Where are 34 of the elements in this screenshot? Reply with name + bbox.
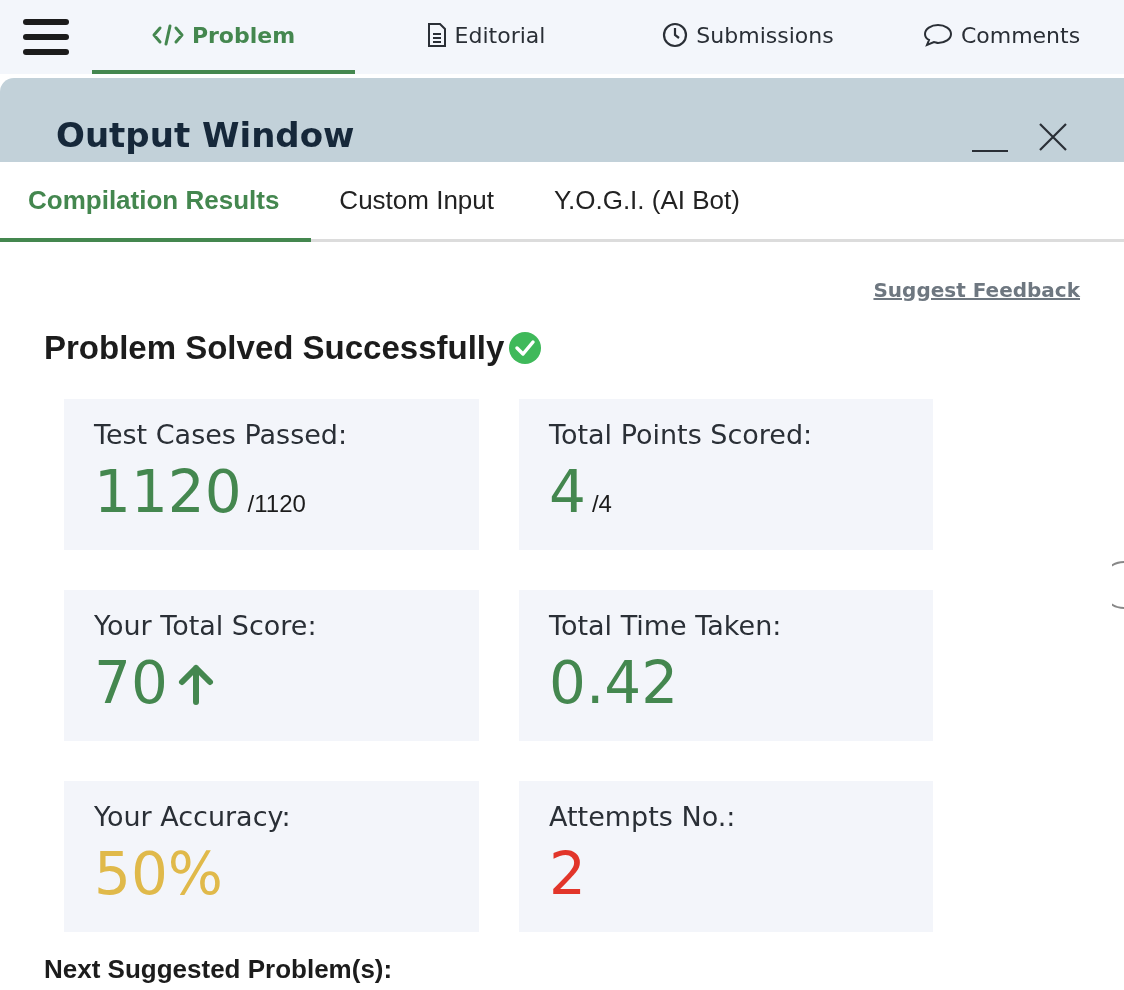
suggest-feedback-link[interactable]: Suggest Feedback — [873, 275, 1080, 305]
nav-tab[interactable]: Editorial — [355, 0, 617, 74]
output-tab[interactable]: Custom Input — [311, 162, 526, 242]
stat-value: 2 — [549, 843, 586, 907]
stat-total: /1120 — [247, 489, 306, 519]
stat-value: 50% — [94, 843, 223, 907]
stat-label: Total Points Scored: — [549, 417, 814, 452]
speech-bubble-icon — [922, 22, 953, 48]
stat-value: 0.42 — [549, 652, 679, 716]
stat-value: 70 — [94, 652, 168, 716]
close-button[interactable] — [1038, 122, 1068, 152]
stat-label: Test Cases Passed: — [94, 417, 349, 452]
stat-label: Your Accuracy: — [94, 799, 292, 834]
handle-icon[interactable] — [1112, 560, 1124, 610]
nav-tab[interactable]: Submissions — [617, 0, 879, 74]
output-tab[interactable]: Y.O.G.I. (AI Bot) — [526, 162, 772, 242]
stat-value: 4 — [549, 461, 586, 525]
clock-icon — [662, 22, 689, 48]
window-title: Output Window — [56, 118, 355, 152]
document-icon — [426, 22, 447, 48]
stat-label: Your Total Score: — [94, 608, 318, 643]
minimize-icon — [972, 150, 1008, 152]
output-tab[interactable]: Compilation Results — [0, 162, 312, 242]
status-heading: Problem Solved Successfully — [44, 328, 505, 368]
close-icon — [1038, 122, 1068, 152]
menu-icon — [23, 19, 69, 55]
nav-tab[interactable]: Problem — [92, 0, 355, 74]
code-icon — [151, 24, 184, 46]
stat-label: Total Time Taken: — [549, 608, 783, 643]
section-heading: Next Suggested Problem(s): — [44, 952, 394, 986]
stat-value: 1120 — [94, 461, 242, 525]
stat-label: Attempts No.: — [549, 799, 737, 834]
stat-total: /4 — [591, 489, 612, 519]
nav-tab[interactable]: Comments — [879, 0, 1124, 74]
